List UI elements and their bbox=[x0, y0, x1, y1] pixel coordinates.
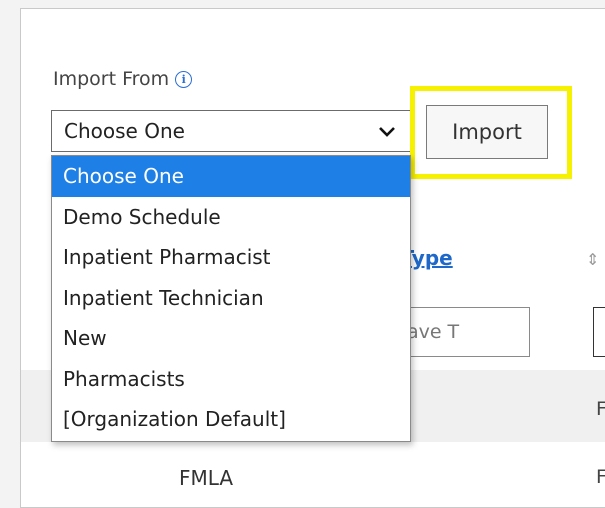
dropdown-option-inpatient-pharmacist[interactable]: Inpatient Pharmacist bbox=[52, 237, 410, 278]
sort-icon[interactable]: ⇕ bbox=[586, 252, 599, 268]
chevron-down-icon bbox=[379, 127, 395, 137]
import-from-text: Import From bbox=[53, 68, 170, 90]
next-column-filter-input[interactable] bbox=[593, 307, 605, 357]
select-value: Choose One bbox=[64, 119, 185, 143]
import-from-label: Import From i bbox=[53, 68, 193, 90]
import-from-dropdown-list: Choose One Demo Schedule Inpatient Pharm… bbox=[51, 155, 411, 442]
partial-cell-letter: F bbox=[596, 466, 605, 488]
import-button[interactable]: Import bbox=[426, 105, 548, 159]
dropdown-option-pharmacists[interactable]: Pharmacists bbox=[52, 359, 410, 400]
dropdown-option-organization-default[interactable]: [Organization Default] bbox=[52, 399, 410, 440]
dropdown-option-choose-one[interactable]: Choose One bbox=[52, 156, 410, 197]
dropdown-option-inpatient-technician[interactable]: Inpatient Technician bbox=[52, 278, 410, 319]
dropdown-option-demo-schedule[interactable]: Demo Schedule bbox=[52, 197, 410, 238]
info-icon[interactable]: i bbox=[175, 70, 193, 88]
dropdown-option-new[interactable]: New bbox=[52, 318, 410, 359]
table-row-leave-type: FMLA bbox=[179, 466, 234, 490]
import-from-select[interactable]: Choose One bbox=[51, 110, 411, 152]
partial-header-letter: F bbox=[596, 398, 605, 420]
